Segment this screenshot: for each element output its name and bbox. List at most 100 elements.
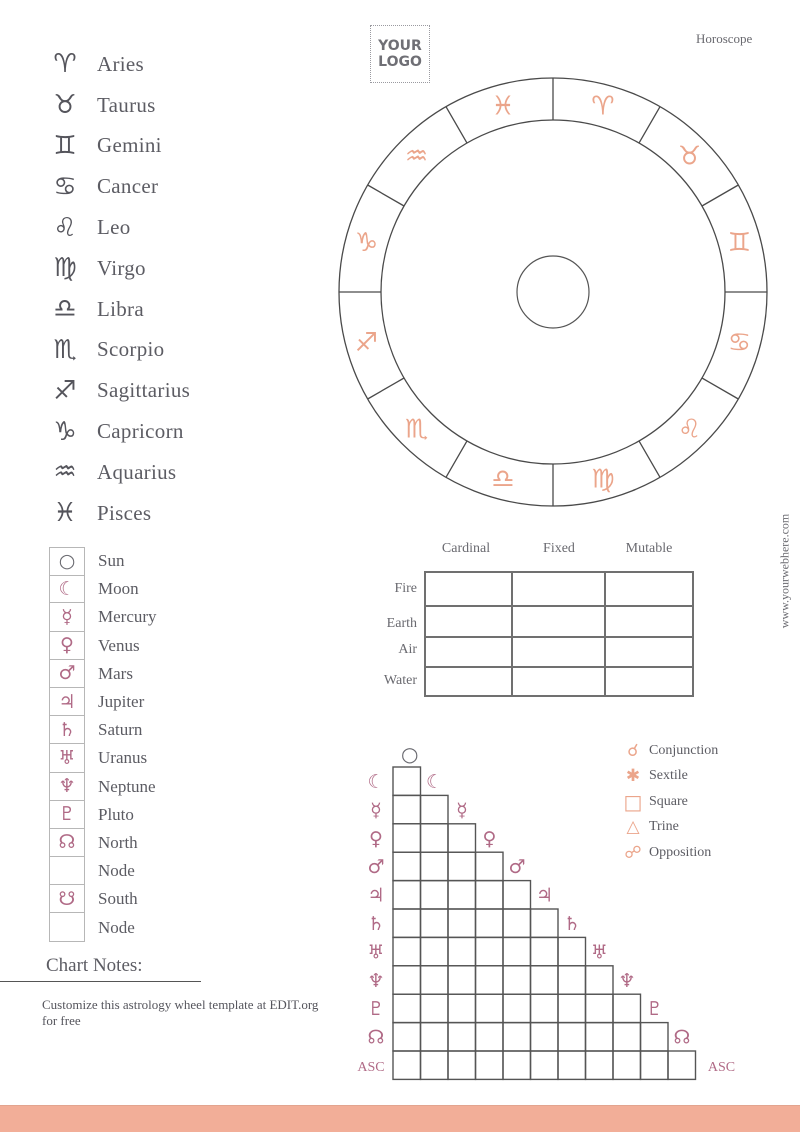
aspect-cell[interactable] — [392, 908, 422, 939]
aspect-cell[interactable] — [474, 993, 504, 1024]
aspect-cell[interactable] — [502, 879, 532, 910]
table-cell[interactable] — [511, 636, 606, 668]
planet-label: North — [98, 832, 138, 852]
leo-icon: ♌︎ — [53, 212, 77, 243]
aspect-cell[interactable] — [419, 965, 449, 995]
aspect-cell[interactable] — [502, 908, 532, 939]
pisces-icon: ♓︎ — [53, 498, 77, 529]
aspect-cell[interactable] — [392, 766, 422, 797]
table-cell[interactable] — [424, 636, 513, 668]
table-cell[interactable] — [604, 636, 694, 668]
planet-label: Neptune — [98, 776, 156, 796]
aspect-cell[interactable] — [474, 851, 504, 882]
aspect-cell[interactable] — [474, 879, 504, 910]
aspect-cell[interactable] — [392, 965, 422, 995]
aspect-cell[interactable] — [392, 1021, 422, 1052]
table-cell[interactable] — [511, 571, 606, 607]
aspect-cell[interactable] — [447, 1021, 477, 1052]
column-header: Cardinal — [441, 541, 491, 556]
aspect-cell[interactable] — [557, 993, 587, 1024]
aspect-cell[interactable] — [502, 993, 532, 1024]
aspect-cell[interactable] — [392, 879, 422, 910]
aspect-cell[interactable] — [612, 1050, 642, 1081]
aspect-cell[interactable] — [447, 936, 477, 967]
planet-label: Mercury — [98, 607, 157, 627]
aspect-cell[interactable] — [529, 965, 559, 995]
table-cell[interactable] — [424, 605, 513, 638]
aspect-cell[interactable] — [557, 1021, 587, 1052]
aspect-cell[interactable] — [419, 1021, 449, 1052]
asc-label: ASC — [357, 1060, 384, 1075]
aspect-cell[interactable] — [529, 908, 559, 939]
aspect-cell[interactable] — [447, 823, 477, 853]
aspect-cell[interactable] — [584, 993, 614, 1024]
aspect-cell[interactable] — [529, 993, 559, 1024]
zodiac-list-item: ♑︎ Capricorn — [46, 411, 306, 452]
aspect-cell[interactable] — [502, 1021, 532, 1052]
aspect-cell[interactable] — [639, 1050, 669, 1081]
aspect-legend: ☌ Conjunction ✱ Sextile □ Square △ Trine ☍ Op… — [622, 738, 719, 866]
table-cell[interactable] — [511, 666, 606, 697]
aspect-cell[interactable] — [392, 851, 422, 882]
table-cell[interactable] — [424, 571, 513, 607]
table-cell[interactable] — [604, 666, 694, 697]
aspect-cell[interactable] — [529, 936, 559, 967]
aspect-cell[interactable] — [392, 1050, 422, 1081]
aspect-cell[interactable] — [584, 1050, 614, 1081]
aspect-cell[interactable] — [502, 965, 532, 995]
aspect-cell[interactable] — [474, 965, 504, 995]
planet-list-item: Node — [49, 913, 157, 942]
aspect-cell[interactable] — [419, 794, 449, 825]
aspect-cell[interactable] — [557, 936, 587, 967]
aspect-cell[interactable] — [419, 879, 449, 910]
aspect-cell[interactable] — [474, 936, 504, 967]
row-header: Earth — [386, 616, 417, 631]
aspect-cell[interactable] — [639, 1021, 669, 1052]
aspect-cell[interactable] — [447, 1050, 477, 1081]
aspect-cell[interactable] — [474, 1021, 504, 1052]
aspect-cell[interactable] — [529, 1021, 559, 1052]
table-cell[interactable] — [511, 605, 606, 638]
sign-divider — [638, 106, 661, 144]
aspect-cell[interactable] — [419, 908, 449, 939]
aspect-cell[interactable] — [474, 1050, 504, 1081]
aspect-cell[interactable] — [447, 879, 477, 910]
aspect-cell[interactable] — [419, 1050, 449, 1081]
aspect-cell[interactable] — [447, 965, 477, 995]
table-cell[interactable] — [604, 571, 694, 607]
aspect-cell[interactable] — [419, 936, 449, 967]
aspect-cell[interactable] — [502, 1050, 532, 1081]
aspect-cell[interactable] — [584, 1021, 614, 1052]
venus-icon: ♀ — [483, 828, 497, 850]
aspect-cell[interactable] — [667, 1050, 697, 1081]
aspect-cell[interactable] — [392, 993, 422, 1024]
aspect-cell[interactable] — [447, 993, 477, 1024]
aspect-cell[interactable] — [529, 1050, 559, 1081]
aspect-cell[interactable] — [584, 965, 614, 995]
website-url: www.yourwebhere.com — [777, 513, 792, 629]
aspect-cell[interactable] — [419, 851, 449, 882]
aspect-cell[interactable] — [502, 936, 532, 967]
aspect-cell[interactable] — [612, 1021, 642, 1052]
center-circle — [516, 255, 590, 329]
aspect-cell[interactable] — [557, 965, 587, 995]
aspect-cell[interactable] — [419, 823, 449, 853]
aspect-cell[interactable] — [557, 1050, 587, 1081]
capricorn-icon: ♑︎ — [53, 416, 77, 447]
aspect-cell[interactable] — [612, 993, 642, 1024]
planet-label: South — [98, 889, 138, 909]
north-node-icon: ☊ — [368, 1027, 385, 1049]
aspect-cell[interactable] — [447, 851, 477, 882]
aspect-cell[interactable] — [474, 908, 504, 939]
aspect-cell[interactable] — [447, 908, 477, 939]
aspect-cell[interactable] — [392, 794, 422, 825]
table-cell[interactable] — [604, 605, 694, 638]
sign-divider — [367, 184, 405, 207]
legend-item: ☌ Conjunction — [622, 738, 718, 764]
aspect-cell[interactable] — [419, 993, 449, 1024]
saturn-icon: ♄ — [367, 913, 384, 935]
table-cell[interactable] — [424, 666, 513, 697]
sign-divider — [701, 184, 739, 207]
aspect-cell[interactable] — [392, 823, 422, 853]
aspect-cell[interactable] — [392, 936, 422, 967]
